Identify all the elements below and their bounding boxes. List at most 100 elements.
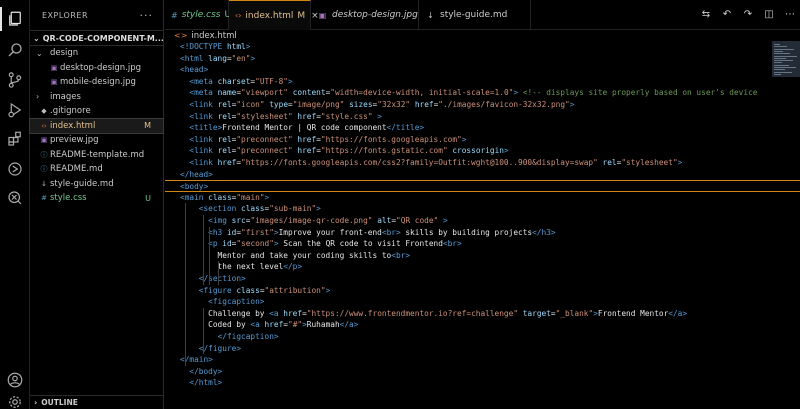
tree-item-style-guide-md[interactable]: ↓ style-guide.md [30,177,163,192]
token-tag: <head> [180,65,209,75]
code-line[interactable]: 20 the next level</p> [165,261,800,273]
code-line[interactable]: 27 </figure> [165,343,800,355]
token-tag: <img [208,216,232,225]
code-line[interactable]: 14<main class="main"> [165,192,800,204]
code-line[interactable]: 5 <meta name="viewport" content="width=d… [165,87,800,99]
token-attr: content [292,88,326,98]
code-line[interactable]: 9 <link rel="preconnect" href="https://f… [165,134,800,146]
tree-item-preview-jpg[interactable]: ▣ preview.jpg [30,133,163,148]
minimap-line [774,44,780,45]
code-line[interactable]: 3<head> [165,64,800,76]
code-line[interactable]: 25 Coded by <a href="#">Ruhamah</a> [165,319,800,331]
code-line[interactable]: 13<body> [165,180,800,192]
go-back-icon[interactable]: ↶ [721,8,733,20]
minimap-line [774,57,786,59]
breadcrumb[interactable]: <> index.html [165,30,237,41]
go-forward-icon[interactable]: ↷ [742,8,754,20]
token-str: "QR code" [396,216,439,225]
more-actions-icon[interactable]: ··· [140,9,154,22]
code-text: </figcaption> [180,331,279,343]
code-line[interactable]: 1<!DOCTYPE html> [165,41,800,53]
source-control-icon[interactable] [5,70,25,90]
tree-item-style-css[interactable]: # style.css U [30,191,163,206]
tree-item-readme-md[interactable]: ⓘ README.md [30,162,163,177]
run-debug-icon[interactable] [5,100,25,120]
token-attr: rel [217,100,232,109]
tree-item-label: mobile-design.jpg [60,77,136,88]
code-line[interactable]: 30 </html> [165,377,800,389]
token-tag: </h3> [532,227,556,237]
code-text: </section> [180,273,246,285]
live-share-icon[interactable] [5,188,25,208]
workspace-root[interactable]: ⌄ QR-CODE-COMPONENT-M... [30,30,163,46]
tree-item-design[interactable]: ⌄ design [30,46,163,61]
code-line[interactable]: 26 </figcaption> [165,331,800,343]
code-line[interactable]: 22 <figure class="attribution"> [165,285,800,297]
token-attr: type [269,100,289,109]
token-tag: > [325,285,331,295]
tree-item-readme-template-md[interactable]: ⓘ README-template.md [30,148,163,163]
extensions-icon[interactable] [5,129,25,149]
tree-item-mobile-design-jpg[interactable]: ▣ mobile-design.jpg [30,75,163,90]
token-tag: <p [208,239,223,249]
tree-item-desktop-design-jpg[interactable]: ▣ desktop-design.jpg [30,61,163,76]
token-tag: <figcaption> [208,297,265,307]
tree-item-label: desktop-design.jpg [60,62,142,73]
tree-item-images[interactable]: › images [30,90,163,105]
token-tag: </html> [189,378,223,388]
code-line[interactable]: 11 <link href="https://fonts.googleapis.… [165,157,800,169]
tab-style-guide-md[interactable]: ↓ style-guide.md [419,0,531,30]
code-line[interactable]: 10 <link rel="preconnect" href="https://… [165,145,800,157]
tree-item--gitignore[interactable]: ◆ .gitignore [30,104,163,119]
code-line[interactable]: 18 <p id="second"> Scan the QR code to v… [165,238,800,250]
token-tag: <link [189,158,218,167]
search-icon[interactable] [5,40,25,60]
settings-gear-icon[interactable] [5,392,25,409]
remote-explorer-icon[interactable] [5,159,25,179]
tab-index-html[interactable]: ‹› index.html M × [229,0,319,30]
minimap-line [774,64,789,66]
tree-item-label: style.css [50,193,87,204]
code-line[interactable]: 8 <title>Frontend Mentor | QR code compo… [165,122,800,134]
indent-guide [218,261,219,285]
code-line[interactable]: 12</head> [165,169,800,181]
code-text: </body> [180,366,222,378]
token-str: "icon" [236,100,265,109]
code-line[interactable]: 6 <link rel="icon" type="image/png" size… [165,99,800,111]
token-txt: Frontend Mentor [597,308,669,318]
code-line[interactable]: 19 Mentor and take your coding skills to… [165,250,800,262]
minimap-line [774,73,781,75]
more-icon[interactable]: ⋯ [784,8,796,20]
code-line[interactable]: 7 <link rel="stylesheet" href="style.css… [165,111,800,123]
indent-guide [203,215,204,285]
token-txt: Scan the QR code to visit Frontend [278,239,443,249]
code-line[interactable]: 29 </body> [165,366,800,378]
code-line[interactable]: 28</main> [165,354,800,366]
outline-section[interactable]: › OUTLINE [30,395,164,409]
code-line[interactable]: 16 <img src="images/image-qr-code.png" a… [165,215,800,227]
compare-icon[interactable]: ⇆ [700,8,712,20]
tab-style-css[interactable]: # style.css U [165,0,231,30]
tree-item-label: README.md [50,164,103,175]
split-editor-icon[interactable]: ◫ [763,8,775,20]
explorer-icon[interactable] [5,9,25,29]
token-str: "#" [288,320,303,330]
account-icon[interactable] [5,370,25,390]
token-str: "width=device-width, initial-scale=1.0" [330,88,514,98]
code-line[interactable]: 24 Challenge by <a href="https://www.fro… [165,308,800,320]
code-text: the next level</p> [180,261,303,273]
code-line[interactable]: 15 <section class="sub-main"> [165,203,800,215]
code-line[interactable]: 17 <h3 id="first">Improve your front-end… [165,227,800,239]
minimap[interactable] [772,41,800,77]
token-tag: > [461,134,467,144]
code-line[interactable]: 23 <figcaption> [165,296,800,308]
tree-item-index-html[interactable]: ‹› index.html M [29,117,164,134]
code-line[interactable]: 2<html lang="en"> [165,53,800,65]
tab-desktop-design-jpg[interactable]: ▣ desktop-design.jpg [311,0,419,30]
code-text: <link href="https://fonts.googleapis.com… [180,157,682,169]
token-tag: > [503,146,509,156]
code-line[interactable]: 4 <meta charset="UTF-8"> [165,76,800,88]
code-editor[interactable]: 1<!DOCTYPE html>2<html lang="en">3<head>… [165,41,800,409]
code-line[interactable]: 21 </section> [165,273,800,285]
